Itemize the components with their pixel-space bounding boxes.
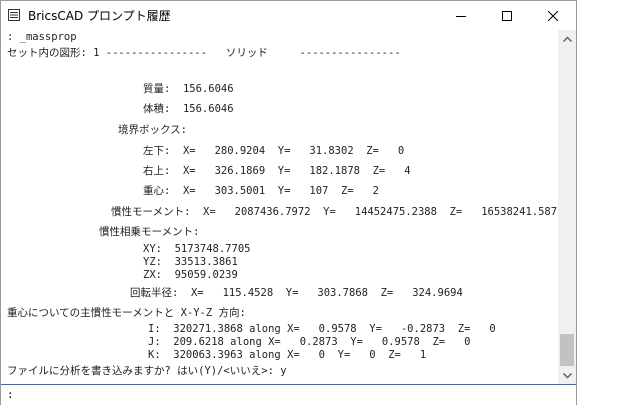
history-line: 重心についての主慣性モーメントと X-Y-Z 方向: [7, 307, 246, 319]
chevron-down-icon [562, 372, 572, 379]
maximize-button[interactable] [484, 1, 530, 30]
history-line: 境界ボックス: [118, 124, 188, 136]
history-line: 質量: 156.6046 [143, 83, 234, 95]
history-line: ZX: 95059.0239 [143, 269, 238, 281]
title-bar[interactable]: BricsCAD プロンプト履歴 [1, 1, 576, 30]
history-line: 体積: 156.6046 [143, 103, 234, 115]
close-icon [548, 10, 558, 21]
history-line: 左下: X= 280.9204 Y= 31.8302 Z= 0 [143, 145, 405, 157]
close-button[interactable] [530, 1, 576, 30]
command-input[interactable] [17, 386, 561, 404]
scroll-down-button[interactable] [558, 367, 576, 384]
minimize-button[interactable] [438, 1, 484, 30]
command-prompt: : [7, 388, 14, 401]
history-line: 右上: X= 326.1869 Y= 182.1878 Z= 4 [143, 165, 411, 177]
history-line: I: 320271.3868 along X= 0.9578 Y= -0.287… [148, 323, 496, 335]
history-line: 回転半径: X= 115.4528 Y= 303.7868 Z= 324.969… [130, 287, 463, 299]
history-line: 慣性相乗モーメント: [99, 226, 200, 238]
terminal-icon [8, 9, 20, 21]
chevron-up-icon [562, 35, 572, 42]
history-line: 重心: X= 303.5001 Y= 107 Z= 2 [143, 185, 379, 197]
command-line: : [1, 384, 576, 405]
window-title: BricsCAD プロンプト履歴 [28, 9, 171, 23]
history-line: YZ: 33513.3861 [143, 256, 238, 268]
vertical-scrollbar[interactable] [558, 30, 576, 384]
prompt-history-window: BricsCAD プロンプト履歴 : _massprop セット内の図形: 1 … [0, 0, 577, 405]
history-line: K: 320063.3963 along X= 0 Y= 0 Z= 1 [148, 349, 427, 361]
history-line: : _massprop [7, 31, 77, 43]
history-line: XY: 5173748.7705 [143, 243, 251, 255]
scroll-up-button[interactable] [558, 30, 576, 47]
history-output[interactable]: : _massprop セット内の図形: 1 ---------------- … [1, 30, 558, 384]
history-line: ファイルに分析を書き込みますか? はい(Y)/<いいえ>: y [7, 365, 287, 377]
history-line: J: 209.6218 along X= 0.2873 Y= 0.9578 Z=… [148, 336, 471, 348]
history-line: セット内の図形: 1 ---------------- ソリッド -------… [7, 47, 401, 59]
history-line: 慣性モーメント: X= 2087436.7972 Y= 14452475.238… [111, 206, 558, 218]
scroll-thumb[interactable] [560, 334, 574, 366]
minimize-icon [456, 15, 466, 17]
maximize-icon [502, 10, 512, 21]
